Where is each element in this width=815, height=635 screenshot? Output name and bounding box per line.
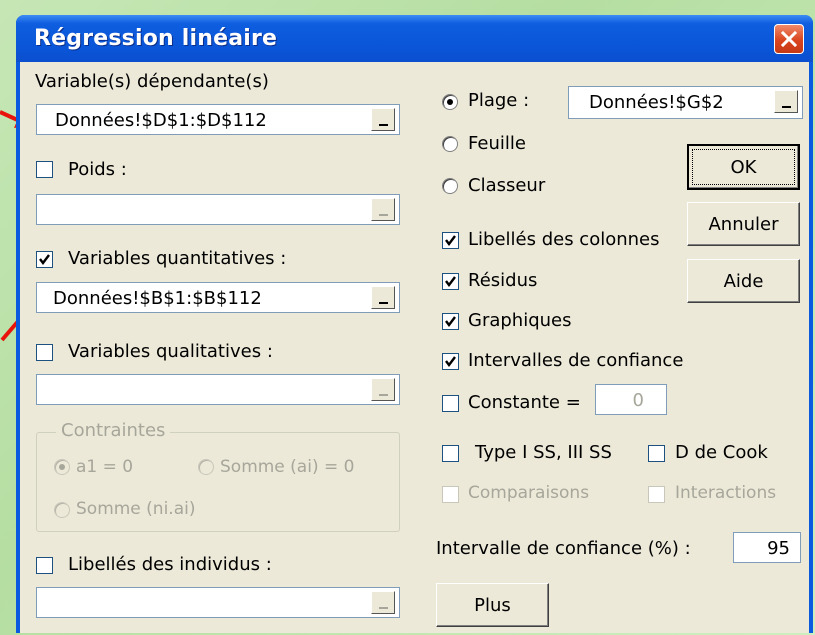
workbook-label: Classeur — [468, 175, 546, 196]
ci-label: Intervalle de confiance (%) : — [436, 538, 691, 559]
range-picker-icon[interactable] — [371, 378, 395, 401]
qual-checkbox[interactable] — [36, 344, 53, 361]
ok-label: OK — [730, 157, 757, 178]
charts-label: Graphiques — [468, 310, 572, 331]
more-button[interactable]: Plus — [436, 583, 549, 627]
cancel-button[interactable]: Annuler — [687, 202, 800, 246]
col-labels-label: Libellés des colonnes — [468, 229, 660, 250]
checkmark-icon — [445, 276, 456, 287]
weights-field[interactable] — [36, 194, 400, 225]
conf-intervals-label: Intervalles de confiance — [468, 350, 684, 371]
help-button[interactable]: Aide — [687, 259, 800, 303]
obs-labels-field[interactable] — [36, 587, 400, 618]
interactions-label: Interactions — [675, 483, 777, 503]
cook-label: D de Cook — [675, 442, 768, 463]
obs-labels-label: Libellés des individus : — [68, 554, 272, 575]
quant-checkbox[interactable] — [36, 251, 53, 268]
checkmark-icon — [445, 235, 456, 246]
constraint-sum-niai-label: Somme (ni.ai) — [76, 499, 196, 519]
constraint-sum-ai-radio[interactable] — [198, 459, 214, 475]
ci-value: 95 — [767, 538, 790, 559]
comparisons-checkbox[interactable] — [442, 486, 459, 503]
type-ss-checkbox[interactable] — [442, 445, 459, 462]
constant-label: Constante = — [468, 392, 581, 413]
weights-label: Poids : — [68, 159, 127, 180]
quant-label: Variables quantitatives : — [68, 248, 287, 269]
constraint-a1-label: a1 = 0 — [76, 457, 134, 477]
checkmark-icon — [445, 316, 456, 327]
range-radio[interactable] — [442, 94, 458, 110]
constant-value: 0 — [632, 390, 644, 411]
constraint-a1-radio[interactable] — [54, 459, 70, 475]
title-bar[interactable]: Régression linéaire — [16, 15, 813, 62]
range-label: Plage : — [468, 90, 530, 111]
constant-input[interactable]: 0 — [595, 384, 667, 415]
qual-label: Variables qualitatives : — [68, 341, 273, 362]
dependent-label: Variable(s) dépendante(s) — [35, 71, 269, 92]
checkmark-icon — [39, 254, 50, 265]
range-picker-icon[interactable] — [371, 591, 395, 614]
range-value: Données!$G$2 — [589, 92, 724, 113]
qual-field[interactable] — [36, 374, 400, 405]
range-picker-icon[interactable] — [371, 108, 395, 131]
type-ss-label: Type I SS, III SS — [475, 442, 612, 463]
close-icon — [780, 30, 798, 48]
constant-checkbox[interactable] — [442, 395, 459, 412]
ok-button[interactable]: OK — [687, 144, 800, 190]
weights-checkbox[interactable] — [36, 161, 53, 178]
dialog-body: Variable(s) dépendante(s) Données!$D$1:$… — [20, 62, 809, 633]
ci-input[interactable]: 95 — [733, 532, 801, 563]
range-field[interactable]: Données!$G$2 — [568, 86, 803, 119]
residuals-checkbox[interactable] — [442, 273, 459, 290]
close-button[interactable] — [774, 24, 804, 54]
workbook-radio[interactable] — [442, 178, 458, 194]
charts-checkbox[interactable] — [442, 313, 459, 330]
constraint-sum-ai-label: Somme (ai) = 0 — [220, 457, 355, 477]
residuals-label: Résidus — [468, 270, 538, 291]
quant-field[interactable]: Données!$B$1:$B$112 — [36, 282, 400, 313]
range-picker-icon[interactable] — [774, 90, 798, 113]
more-label: Plus — [474, 595, 511, 616]
dependent-field[interactable]: Données!$D$1:$D$112 — [36, 104, 400, 135]
cancel-label: Annuler — [708, 214, 779, 235]
interactions-checkbox[interactable] — [648, 486, 665, 503]
dialog-window: Régression linéaire Variable(s) dépendan… — [16, 15, 813, 633]
constraints-title: Contraintes — [56, 420, 171, 441]
dependent-value: Données!$D$1:$D$112 — [55, 110, 267, 131]
comparisons-label: Comparaisons — [468, 483, 590, 503]
col-labels-checkbox[interactable] — [442, 232, 459, 249]
sheet-label: Feuille — [468, 133, 526, 154]
obs-labels-checkbox[interactable] — [36, 557, 53, 574]
sheet-radio[interactable] — [442, 136, 458, 152]
constraint-sum-niai-radio[interactable] — [54, 502, 70, 518]
conf-intervals-checkbox[interactable] — [442, 353, 459, 370]
help-label: Aide — [723, 271, 764, 292]
cook-checkbox[interactable] — [648, 445, 665, 462]
checkmark-icon — [445, 356, 456, 367]
window-title: Régression linéaire — [34, 26, 278, 51]
range-picker-icon[interactable] — [371, 198, 395, 221]
range-picker-icon[interactable] — [371, 286, 395, 309]
quant-value: Données!$B$1:$B$112 — [53, 288, 262, 309]
